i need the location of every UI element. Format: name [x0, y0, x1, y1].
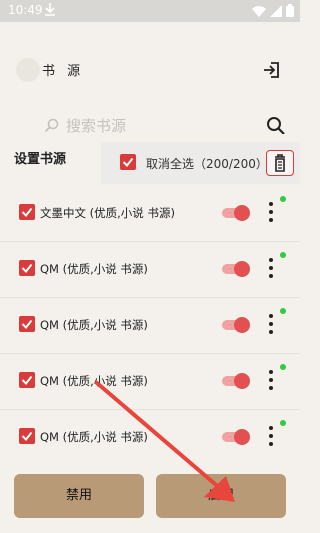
list-item[interactable]: QM (优质,小说 书源) — [0, 410, 300, 466]
search-placeholder: 搜索书源 — [66, 117, 127, 135]
list-item[interactable]: 文墨中文 (优质,小说 书源) — [0, 186, 300, 242]
select-all-checkbox[interactable] — [120, 154, 136, 170]
source-name: QM (优质,小说 书源) — [40, 430, 148, 444]
source-toggle[interactable] — [222, 372, 250, 390]
trash-icon — [275, 154, 285, 172]
list-item[interactable]: QM (优质,小说 书源) — [0, 298, 300, 354]
page-title: 书 源 — [42, 64, 85, 79]
source-checkbox[interactable] — [19, 428, 35, 444]
source-checkbox[interactable] — [19, 260, 35, 276]
source-checkbox[interactable] — [19, 204, 35, 220]
source-toggle[interactable] — [222, 204, 250, 222]
more-vert-icon[interactable] — [267, 370, 275, 390]
delete-button[interactable] — [266, 150, 294, 176]
wifi-icon — [252, 5, 266, 17]
source-name: QM (优质,小说 书源) — [40, 374, 148, 388]
more-vert-icon[interactable] — [267, 258, 275, 278]
more-vert-icon[interactable] — [267, 314, 275, 334]
selection-title: 设置书源 — [14, 152, 67, 167]
source-name: QM (优质,小说 书源) — [40, 262, 148, 276]
battery-icon — [286, 4, 294, 17]
download-icon — [44, 1, 56, 20]
list-item[interactable]: QM (优质,小说 书源) — [0, 354, 300, 410]
source-name: 文墨中文 (优质,小说 书源) — [40, 206, 175, 220]
status-icons — [252, 4, 294, 17]
source-toggle[interactable] — [222, 316, 250, 334]
more-vert-icon[interactable] — [267, 426, 275, 446]
source-checkbox[interactable] — [19, 372, 35, 388]
app-bar: 书 源 — [0, 22, 300, 114]
online-indicator — [280, 252, 286, 258]
status-time: 10:49 — [8, 3, 43, 17]
bottom-action-bar: 禁用 启用 — [0, 462, 300, 533]
status-bar: 10:49 — [0, 0, 300, 22]
source-toggle[interactable] — [222, 260, 250, 278]
online-indicator — [280, 364, 286, 370]
select-all-label[interactable]: 取消全选（200/200） — [146, 155, 268, 172]
enable-button[interactable]: 启用 — [156, 474, 286, 518]
more-vert-icon[interactable] — [267, 202, 275, 222]
online-indicator — [280, 420, 286, 426]
signal-icon — [270, 4, 282, 17]
source-checkbox[interactable] — [19, 316, 35, 332]
list-item[interactable]: QM (优质,小说 书源) — [0, 242, 300, 298]
back-button[interactable] — [16, 58, 40, 82]
disable-button[interactable]: 禁用 — [14, 474, 144, 518]
source-toggle[interactable] — [222, 428, 250, 446]
import-icon[interactable] — [262, 60, 282, 84]
online-indicator — [280, 196, 286, 202]
selection-header: 设置书源 取消全选（200/200） — [0, 134, 300, 186]
online-indicator — [280, 308, 286, 314]
source-name: QM (优质,小说 书源) — [40, 318, 148, 332]
